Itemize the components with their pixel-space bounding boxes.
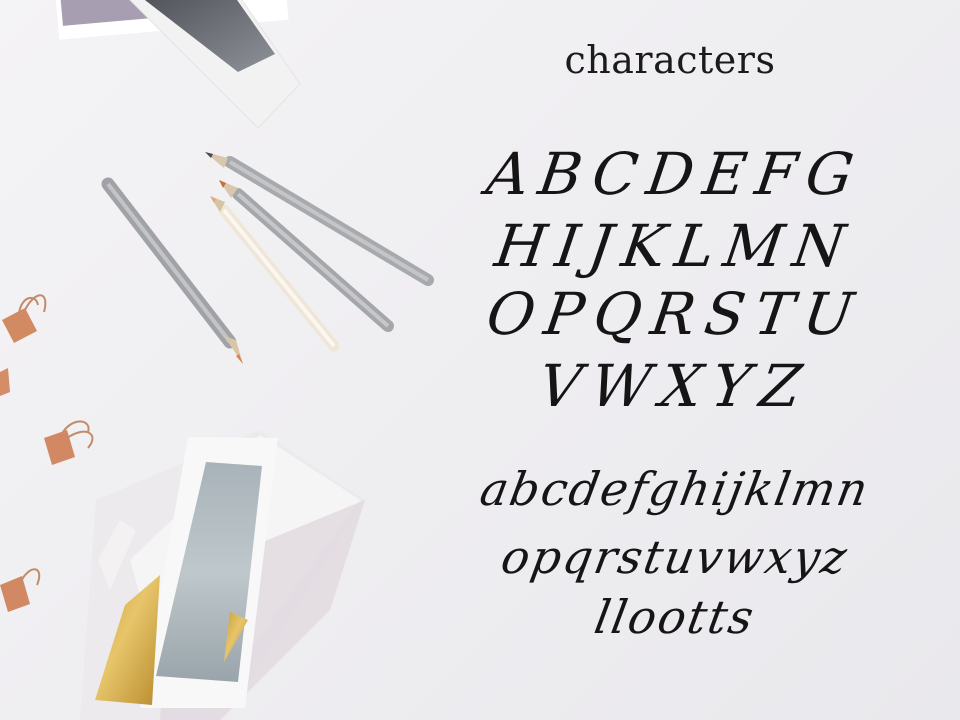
lowercase-row-2: opqrstuvwxyz: [497, 530, 853, 584]
uppercase-row-4: VWXYZ: [534, 352, 816, 420]
binder-clip-3: [0, 568, 41, 612]
binder-clip-edge: [0, 368, 10, 396]
watercolor-stack-bottom: [80, 430, 365, 720]
lowercase-row-3: llootts: [590, 590, 760, 644]
uppercase-row-1: ABCDEFG: [482, 140, 868, 208]
watercolor-card-top: [55, 0, 301, 129]
uppercase-row-2: HIJKLMN: [490, 212, 860, 280]
lowercase-row-1: abcdefghijklmn: [476, 462, 874, 516]
page-title: characters: [564, 38, 776, 82]
uppercase-row-3: OPQRSTU: [482, 280, 868, 348]
binder-clip-1: [2, 294, 47, 343]
binder-clip-2: [44, 420, 94, 465]
